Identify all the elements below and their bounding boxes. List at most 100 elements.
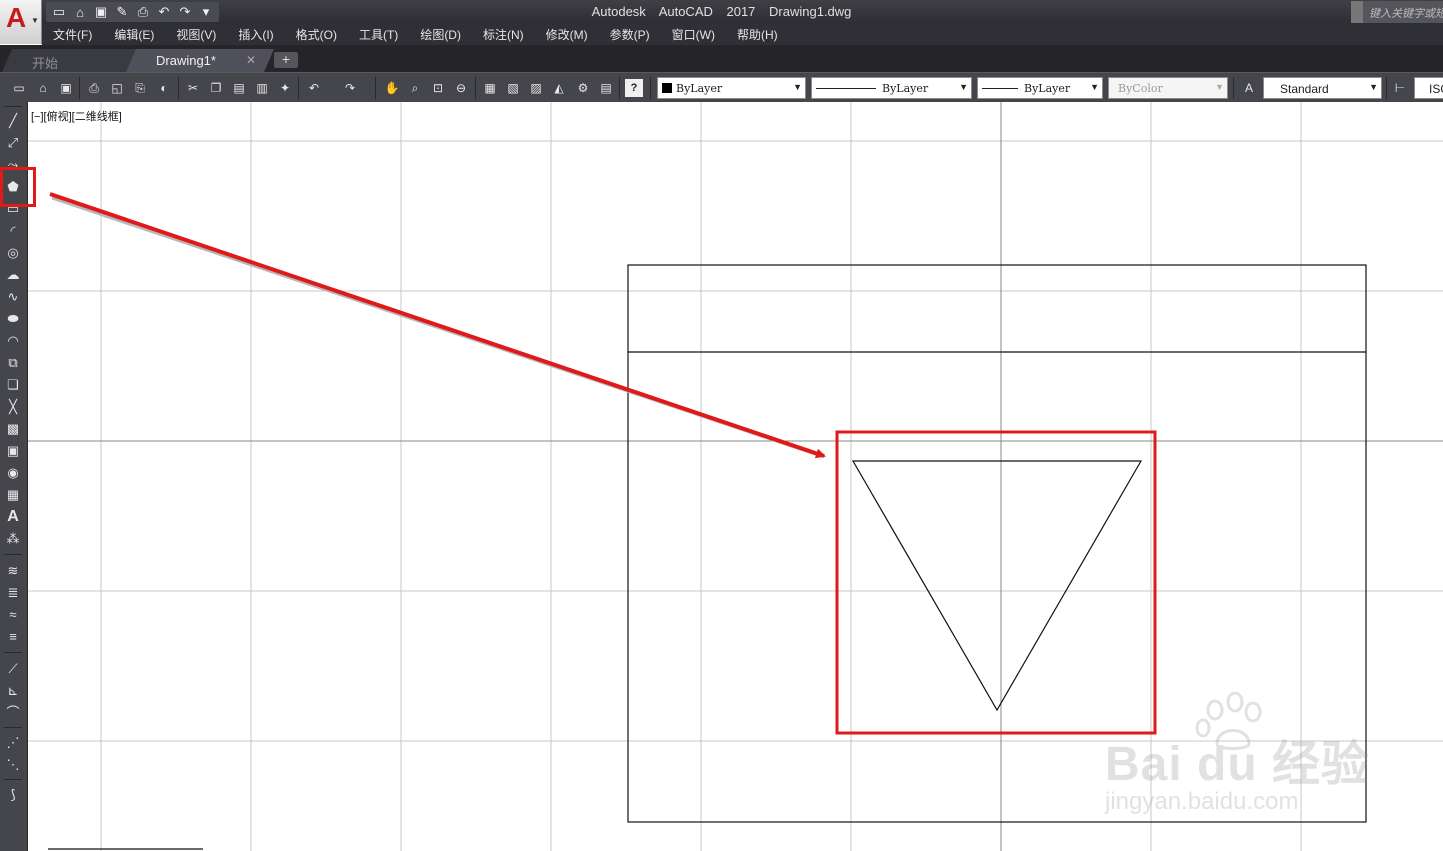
color-dropdown[interactable]: ByLayer ▼ <box>657 77 806 99</box>
menu-file[interactable]: 文件(F) <box>42 26 103 43</box>
zoom-previous-icon[interactable]: ⊖ <box>452 79 470 97</box>
text-style-value: Standard <box>1280 82 1329 96</box>
lineweight-value: ByLayer <box>1024 82 1071 95</box>
markup-icon[interactable]: ⚙ <box>574 79 592 97</box>
save-icon[interactable]: ▣ <box>57 79 75 97</box>
menu-modify[interactable]: 修改(M) <box>535 26 599 43</box>
region-icon[interactable]: ◉ <box>4 464 22 482</box>
sheet-set-icon[interactable]: ◭ <box>550 79 568 97</box>
arc-icon[interactable]: ◜ <box>4 222 22 240</box>
linetype-value: ByLayer <box>882 82 929 95</box>
calculator-icon[interactable]: ▤ <box>597 79 615 97</box>
viewport-controls[interactable]: [−][俯视][二维线框] <box>31 108 122 124</box>
cut-icon[interactable]: ✂ <box>184 79 202 97</box>
tab-start[interactable]: 开始 <box>2 49 148 72</box>
circle-icon[interactable]: ◎ <box>4 244 22 262</box>
hatch-icon[interactable]: ▩ <box>4 420 22 438</box>
3d-print-icon[interactable]: ◐ <box>155 79 173 97</box>
toolbar-separator <box>650 77 651 99</box>
undo-icon[interactable]: ↶ <box>305 79 323 97</box>
design-center-icon[interactable]: ▧ <box>504 79 522 97</box>
file-tab-bar: 开始 Drawing1* ✕ <box>0 45 1443 72</box>
menu-tools[interactable]: 工具(T) <box>348 26 409 43</box>
menu-edit[interactable]: 编辑(E) <box>103 26 165 43</box>
tab-drawing1[interactable]: Drawing1* ✕ <box>126 49 274 72</box>
color-swatch <box>662 83 672 93</box>
dimension-aligned-icon[interactable]: ⊾ <box>4 682 22 700</box>
toolbar-grip <box>4 554 22 555</box>
spline-icon[interactable]: ∿ <box>4 288 22 306</box>
block-editor-icon[interactable]: ✦ <box>276 79 294 97</box>
dimension-arc-icon[interactable]: ⌒ <box>4 704 22 722</box>
plotstyle-dropdown: ByColor ▼ <box>1108 77 1228 99</box>
ellipse-icon[interactable]: ⬬ <box>4 310 22 328</box>
new-icon[interactable]: ▭ <box>10 79 28 97</box>
menu-view[interactable]: 视图(V) <box>165 26 227 43</box>
plot-icon[interactable]: ⎙ <box>85 79 103 97</box>
revision-cloud-icon[interactable]: ☁ <box>4 266 22 284</box>
multiline-text-icon[interactable]: A <box>4 508 22 526</box>
dimension-style-icon[interactable]: ⊢ <box>1391 79 1409 97</box>
line-icon[interactable]: ╱ <box>4 112 22 130</box>
text-style-dropdown[interactable]: Standard ▼ <box>1263 77 1382 99</box>
menu-insert[interactable]: 插入(I) <box>227 26 284 43</box>
lineweight-sample <box>982 88 1018 89</box>
tool-palettes-icon[interactable]: ▨ <box>527 79 545 97</box>
zoom-window-icon[interactable]: ⊡ <box>429 79 447 97</box>
chevron-down-icon: ▼ <box>793 82 802 92</box>
chevron-down-icon: ▼ <box>1369 82 1378 92</box>
modify-icon[interactable]: ⟆ <box>4 786 22 804</box>
layer-state-icon[interactable]: ≣ <box>4 584 22 602</box>
layer-isolate-icon[interactable]: ≡ <box>4 628 22 646</box>
redo-icon[interactable]: ↷ <box>341 79 359 97</box>
paste-icon[interactable]: ▤ <box>230 79 248 97</box>
table-icon[interactable]: ▦ <box>4 486 22 504</box>
zoom-realtime-icon[interactable]: ⌕ <box>406 79 424 97</box>
add-selected-icon[interactable]: ⁂ <box>4 530 22 548</box>
watermark: Bai du 经验 jingyan.baidu.com <box>1105 690 1385 825</box>
preview-icon[interactable]: ◱ <box>108 79 126 97</box>
gradient-icon[interactable]: ▣ <box>4 442 22 460</box>
ellipse-arc-icon[interactable]: ◠ <box>4 332 22 350</box>
chevron-down-icon: ▼ <box>31 16 39 25</box>
properties-icon[interactable]: ▦ <box>481 79 499 97</box>
pan-icon[interactable]: ✋ <box>383 79 401 97</box>
layer-properties-icon[interactable]: ≋ <box>4 562 22 580</box>
menu-window[interactable]: 窗口(W) <box>661 26 726 43</box>
layer-previous-icon[interactable]: ≈ <box>4 606 22 624</box>
menu-draw[interactable]: 绘图(D) <box>409 26 472 43</box>
copy-icon[interactable]: ❐ <box>207 79 225 97</box>
text-style-icon[interactable]: A <box>1240 79 1258 97</box>
close-icon[interactable]: ✕ <box>246 53 256 67</box>
autocad-window: ▭ ⌂ ▣ ✎ ⎙ ↶ ↷ ▾ Autodesk AutoCAD 2017 Dr… <box>0 0 1443 851</box>
menu-bar: 文件(F) 编辑(E) 视图(V) 插入(I) 格式(O) 工具(T) 绘图(D… <box>42 24 1443 45</box>
make-block-icon[interactable]: ❏ <box>4 376 22 394</box>
point-icon[interactable]: ╳ <box>4 398 22 416</box>
insert-block-icon[interactable]: ⧉ <box>4 354 22 372</box>
menu-dimension[interactable]: 标注(N) <box>472 26 535 43</box>
parametric-dimensional-icon[interactable]: ⋱ <box>4 756 22 774</box>
linetype-sample <box>816 88 876 89</box>
application-menu-button[interactable]: A ▼ <box>0 0 42 44</box>
title-bar: ▭ ⌂ ▣ ✎ ⎙ ↶ ↷ ▾ Autodesk AutoCAD 2017 Dr… <box>0 0 1443 24</box>
plotstyle-value: ByColor <box>1118 82 1163 95</box>
help-icon[interactable]: ? <box>625 79 643 97</box>
callout-arrow <box>49 192 826 459</box>
match-properties-icon[interactable]: ▥ <box>253 79 271 97</box>
toolbar-grip <box>4 779 22 780</box>
menu-help[interactable]: 帮助(H) <box>726 26 789 43</box>
window-title: Autodesk AutoCAD 2017 Drawing1.dwg <box>591 4 852 19</box>
menu-parametric[interactable]: 参数(P) <box>599 26 661 43</box>
linetype-dropdown[interactable]: ByLayer ▼ <box>811 77 972 99</box>
publish-icon[interactable]: ⎘ <box>131 79 149 97</box>
construction-line-icon[interactable]: ⤢ <box>4 134 22 152</box>
dimension-style-dropdown[interactable]: ISO <box>1414 77 1443 99</box>
menu-format[interactable]: 格式(O) <box>285 26 348 43</box>
search-input[interactable]: 键入关键字或短语 <box>1351 1 1443 23</box>
dimension-linear-icon[interactable]: ⟋ <box>4 660 22 678</box>
parametric-geometric-icon[interactable]: ⋰ <box>4 734 22 752</box>
new-tab-button[interactable]: + <box>274 52 298 68</box>
highlight-box-polygon-tool <box>0 167 36 207</box>
lineweight-dropdown[interactable]: ByLayer ▼ <box>977 77 1103 99</box>
open-icon[interactable]: ⌂ <box>34 79 52 97</box>
